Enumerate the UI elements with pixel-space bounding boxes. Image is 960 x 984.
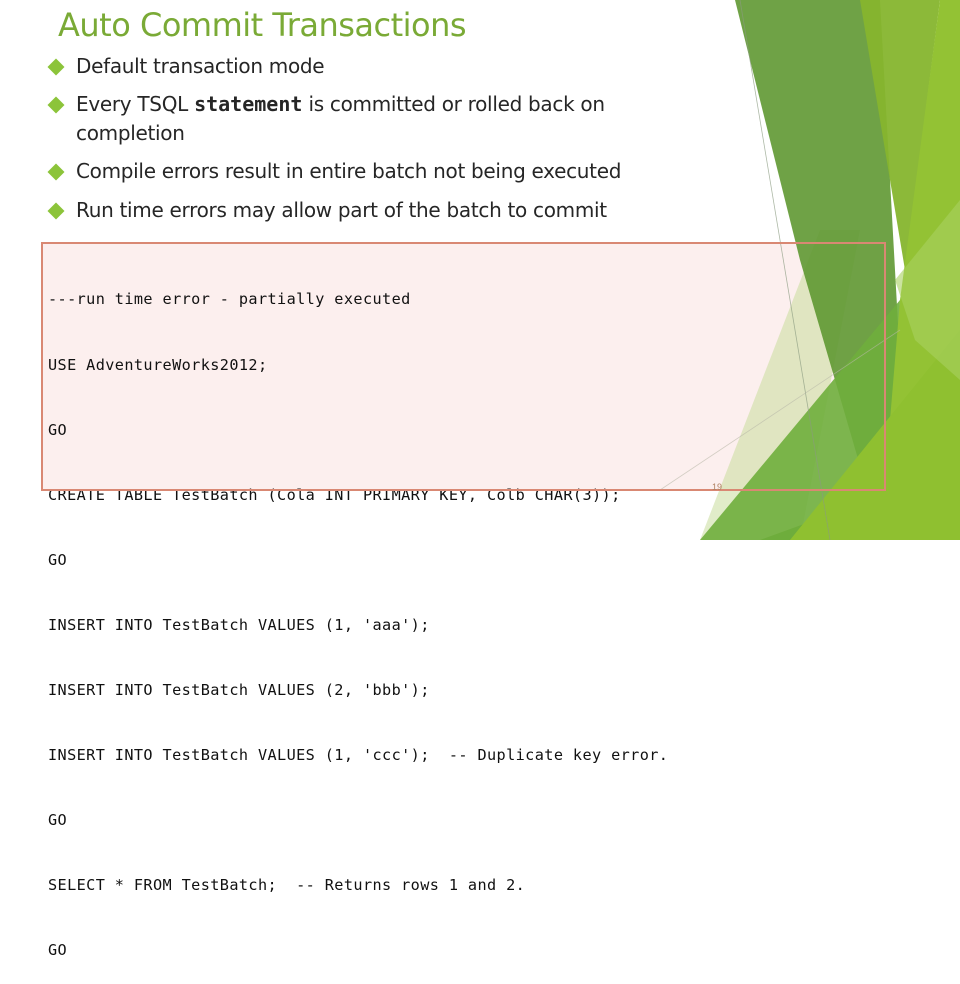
diamond-bullet-icon (47, 96, 65, 114)
bullet-item: Compile errors result in entire batch no… (47, 157, 622, 186)
code-line: GO (48, 811, 68, 830)
facet-lime-top (860, 0, 940, 270)
bullet-text: Compile errors result in entire batch no… (76, 159, 622, 183)
code-line: GO (48, 420, 68, 439)
bullet-text: Default transaction mode (76, 54, 325, 78)
bullet-item: Default transaction mode (47, 52, 325, 81)
code-line: INSERT INTO TestBatch VALUES (1, 'ccc');… (48, 746, 669, 765)
diamond-bullet-icon (47, 163, 65, 181)
code-line: SELECT * FROM TestBatch; -- Returns rows… (48, 876, 526, 895)
diamond-bullet-icon (47, 202, 65, 220)
code-listing: ---run time error - partially executed U… (48, 246, 668, 984)
slide-page-number: 19 (712, 482, 723, 492)
facet-lime-right (880, 0, 960, 540)
code-line: CREATE TABLE TestBatch (Cola INT PRIMARY… (48, 485, 621, 504)
code-line: INSERT INTO TestBatch VALUES (1, 'aaa'); (48, 615, 430, 634)
facet-light-overlay (895, 200, 960, 380)
bullet-bold-term: statement (194, 92, 303, 116)
bullet-text: Run time errors may allow part of the ba… (76, 198, 607, 222)
code-line: GO (48, 941, 68, 960)
code-line: GO (48, 550, 68, 569)
code-line: USE AdventureWorks2012; (48, 355, 268, 374)
diamond-bullet-icon (47, 58, 65, 76)
slide-title: Auto Commit Transactions (58, 6, 467, 44)
bullet-text: Every TSQL statement is committed or rol… (76, 92, 605, 145)
bullet-item: Run time errors may allow part of the ba… (47, 196, 607, 225)
bullet-item: Every TSQL statement is committed or rol… (47, 90, 605, 148)
code-line: ---run time error - partially executed (48, 290, 411, 309)
code-line: INSERT INTO TestBatch VALUES (2, 'bbb'); (48, 680, 430, 699)
